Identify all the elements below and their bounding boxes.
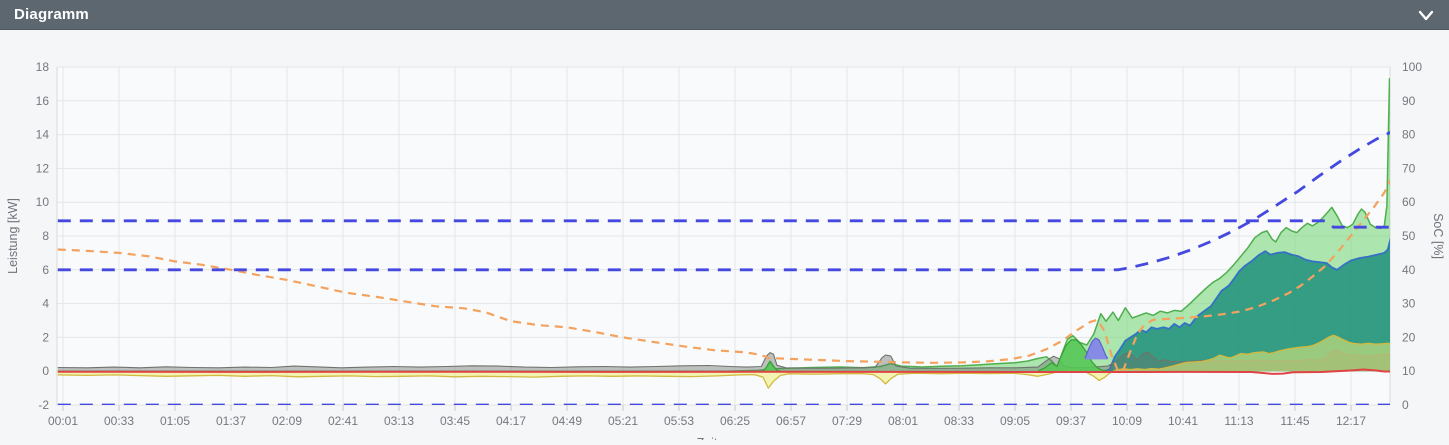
chart-container: 00:01 00:33 01:05 01:37 02:09 02:41 03:13 03:45… xyxy=(0,30,1449,445)
panel-header[interactable]: Diagramm xyxy=(0,0,1449,30)
svg-text:40: 40 xyxy=(1402,263,1416,277)
svg-text:Leistung [kW]: Leistung [kW] xyxy=(6,198,20,274)
svg-text:01:37: 01:37 xyxy=(216,414,246,428)
svg-text:08:33: 08:33 xyxy=(944,414,974,428)
panel-title: Diagramm xyxy=(14,6,89,23)
svg-text:10: 10 xyxy=(36,195,50,209)
svg-text:11:13: 11:13 xyxy=(1224,414,1253,428)
svg-text:60: 60 xyxy=(1402,195,1416,209)
svg-text:09:37: 09:37 xyxy=(1056,414,1086,428)
svg-text:00:33: 00:33 xyxy=(104,414,134,428)
svg-text:04:17: 04:17 xyxy=(496,414,526,428)
svg-text:12:17: 12:17 xyxy=(1336,414,1366,428)
svg-text:06:57: 06:57 xyxy=(776,414,806,428)
svg-text:20: 20 xyxy=(1402,330,1416,344)
svg-text:-2: -2 xyxy=(38,398,49,412)
svg-text:11:45: 11:45 xyxy=(1280,414,1309,428)
svg-text:100: 100 xyxy=(1402,60,1422,74)
svg-text:14: 14 xyxy=(36,128,50,142)
svg-text:08:01: 08:01 xyxy=(888,414,918,428)
svg-text:SoC [%]: SoC [%] xyxy=(1431,213,1445,259)
svg-text:6: 6 xyxy=(42,263,49,277)
svg-text:Zeit: Zeit xyxy=(697,436,718,440)
svg-text:50: 50 xyxy=(1402,229,1416,243)
svg-text:02:41: 02:41 xyxy=(328,414,358,428)
svg-text:02:09: 02:09 xyxy=(272,414,302,428)
svg-text:12: 12 xyxy=(36,161,50,175)
svg-text:0: 0 xyxy=(1402,398,1409,412)
svg-text:80: 80 xyxy=(1402,128,1416,142)
svg-text:10:09: 10:09 xyxy=(1112,414,1142,428)
svg-text:05:53: 05:53 xyxy=(664,414,694,428)
svg-text:16: 16 xyxy=(36,94,50,108)
chevron-down-icon[interactable] xyxy=(1417,6,1435,24)
svg-text:30: 30 xyxy=(1402,297,1416,311)
chart-svg: 00:01 00:33 01:05 01:37 02:09 02:41 03:13 03:45… xyxy=(6,60,1445,445)
svg-text:0: 0 xyxy=(42,364,49,378)
svg-text:2: 2 xyxy=(42,330,49,344)
svg-text:05:21: 05:21 xyxy=(608,414,638,428)
svg-text:07:29: 07:29 xyxy=(832,414,862,428)
svg-text:18: 18 xyxy=(36,60,50,74)
svg-text:09:05: 09:05 xyxy=(1000,414,1030,428)
svg-text:10: 10 xyxy=(1402,364,1416,378)
svg-text:00:01: 00:01 xyxy=(48,414,78,428)
svg-text:03:13: 03:13 xyxy=(384,414,414,428)
svg-text:01:05: 01:05 xyxy=(160,414,190,428)
svg-text:70: 70 xyxy=(1402,161,1416,175)
svg-text:10:41: 10:41 xyxy=(1168,414,1198,428)
svg-text:8: 8 xyxy=(42,229,49,243)
svg-text:03:45: 03:45 xyxy=(440,414,470,428)
svg-text:06:25: 06:25 xyxy=(720,414,750,428)
svg-text:90: 90 xyxy=(1402,94,1416,108)
svg-text:4: 4 xyxy=(42,297,49,311)
svg-text:04:49: 04:49 xyxy=(552,414,582,428)
